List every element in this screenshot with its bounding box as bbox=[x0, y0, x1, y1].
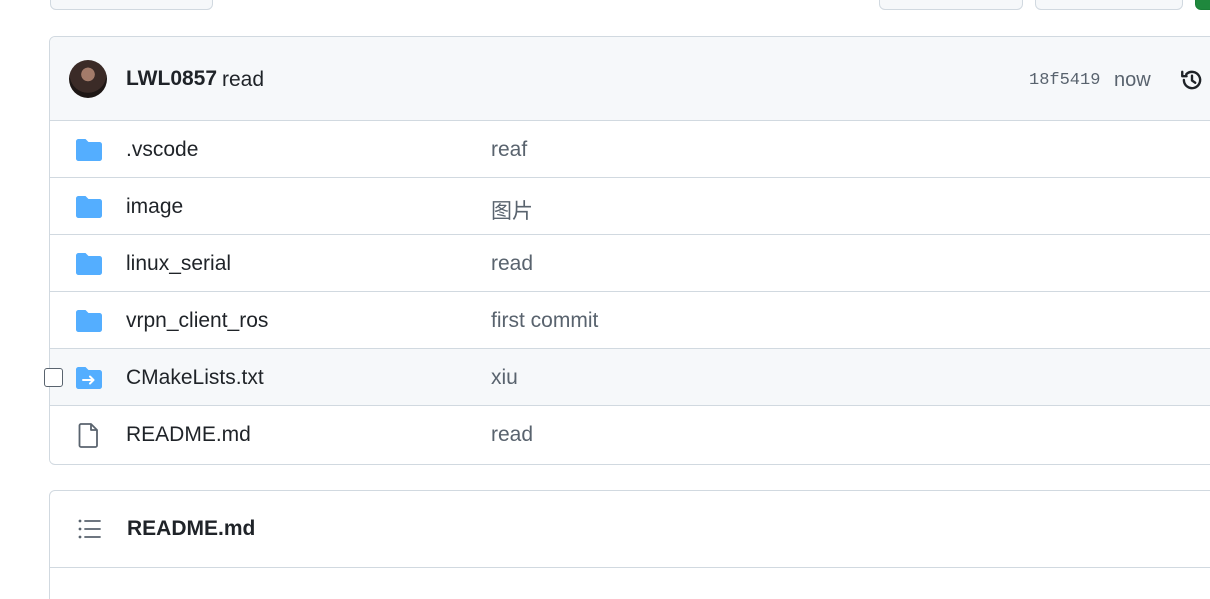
file-commit-message[interactable]: 图片 bbox=[491, 195, 533, 225]
file-commit-message[interactable]: xiu bbox=[491, 366, 518, 390]
file-commit-message[interactable]: first commit bbox=[491, 309, 598, 333]
file-icon bbox=[78, 423, 98, 448]
row-select-checkbox[interactable] bbox=[44, 368, 63, 387]
commit-sha[interactable]: 18f5419 bbox=[1029, 71, 1100, 90]
readme-panel: README.md bbox=[49, 490, 1210, 599]
readme-title[interactable]: README.md bbox=[127, 517, 255, 541]
file-row[interactable]: linux_serial read bbox=[50, 235, 1210, 292]
file-row[interactable]: README.md read bbox=[50, 406, 1210, 463]
file-table: LWL0857 read 18f5419 now .vscode reaf im… bbox=[49, 36, 1210, 465]
folder-icon bbox=[76, 253, 102, 275]
history-icon[interactable] bbox=[1179, 67, 1205, 93]
file-name[interactable]: README.md bbox=[126, 423, 251, 447]
folder-icon bbox=[76, 310, 102, 332]
latest-commit-bar: LWL0857 read 18f5419 now bbox=[50, 37, 1210, 121]
commit-message[interactable]: read bbox=[222, 68, 264, 92]
commit-author[interactable]: LWL0857 bbox=[126, 67, 217, 91]
file-row[interactable]: .vscode reaf bbox=[50, 121, 1210, 178]
file-commit-message[interactable]: reaf bbox=[491, 138, 527, 162]
file-commit-message[interactable]: read bbox=[491, 252, 533, 276]
file-name[interactable]: vrpn_client_ros bbox=[126, 309, 268, 333]
folder-icon bbox=[76, 196, 102, 218]
file-name[interactable]: linux_serial bbox=[126, 252, 231, 276]
outline-list-icon[interactable] bbox=[77, 518, 101, 540]
commit-time: now bbox=[1114, 69, 1151, 91]
readme-header: README.md bbox=[50, 491, 1210, 568]
top-toolbar-button[interactable] bbox=[1035, 0, 1183, 10]
code-button[interactable] bbox=[1195, 0, 1210, 10]
file-row[interactable]: vrpn_client_ros first commit bbox=[50, 292, 1210, 349]
file-row[interactable]: CMakeLists.txt xiu bbox=[50, 349, 1210, 406]
file-name[interactable]: .vscode bbox=[126, 138, 198, 162]
symlink-folder-icon bbox=[76, 367, 102, 389]
top-toolbar-button[interactable] bbox=[879, 0, 1023, 10]
top-toolbar-button[interactable] bbox=[50, 0, 213, 10]
file-row[interactable]: image 图片 bbox=[50, 178, 1210, 235]
file-name[interactable]: CMakeLists.txt bbox=[126, 366, 264, 390]
folder-icon bbox=[76, 139, 102, 161]
avatar[interactable] bbox=[69, 60, 107, 98]
file-commit-message[interactable]: read bbox=[491, 423, 533, 447]
file-name[interactable]: image bbox=[126, 195, 183, 219]
